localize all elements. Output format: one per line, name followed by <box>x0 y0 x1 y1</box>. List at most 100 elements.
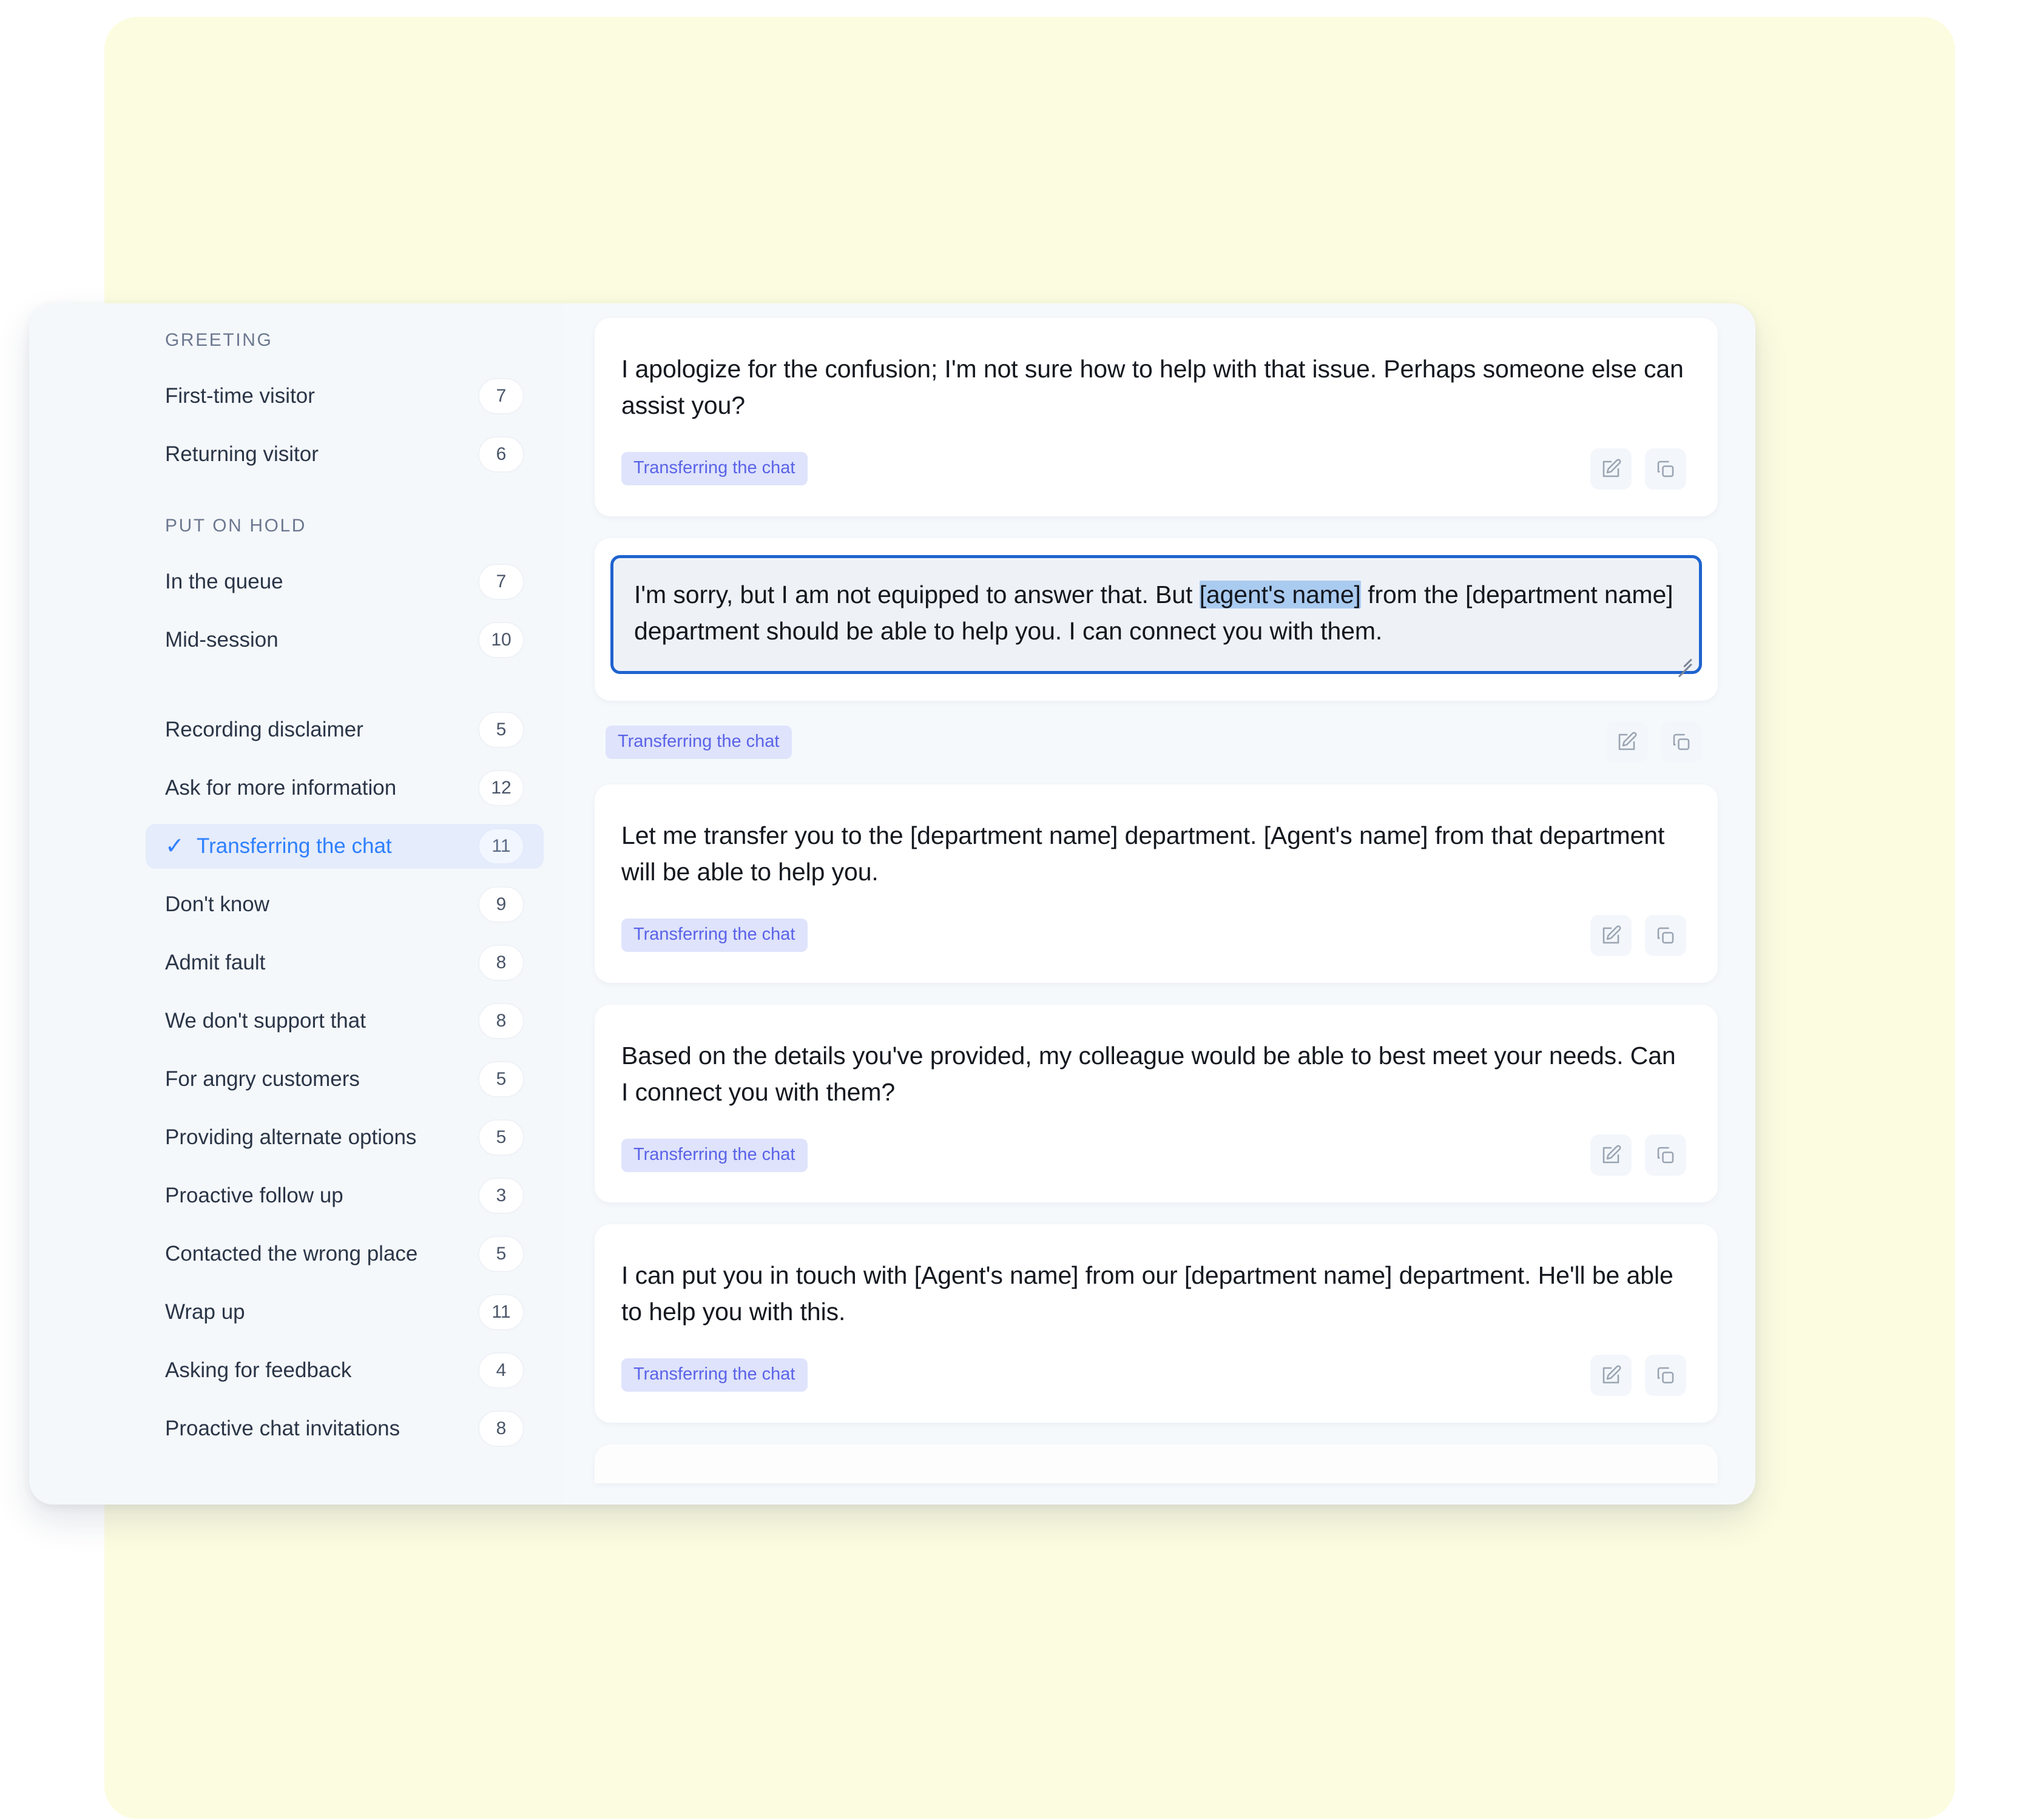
sidebar-item-label: Ask for more information <box>165 776 397 800</box>
response-actions <box>1590 914 1686 956</box>
edit-pencil-icon <box>1600 458 1622 480</box>
edit-button[interactable] <box>1590 1354 1632 1396</box>
sidebar-item-label: In the queue <box>165 570 283 593</box>
sidebar-item-label: Contacted the wrong place <box>165 1242 418 1266</box>
response-card-footer: Transferring the chat <box>621 448 1686 490</box>
sidebar-item-proactive-follow-up[interactable]: ✓ Proactive follow up 3 <box>146 1173 544 1218</box>
sidebar-item-proactive-chat-invitations[interactable]: ✓ Proactive chat invitations 8 <box>146 1406 544 1451</box>
copy-icon <box>1655 1364 1677 1386</box>
sidebar-item-for-angry-customers[interactable]: ✓ For angry customers 5 <box>146 1057 544 1102</box>
response-actions <box>1590 1354 1686 1396</box>
response-textarea-content: I'm sorry, but I am not equipped to answ… <box>634 576 1677 650</box>
edit-pencil-icon <box>1600 1144 1622 1166</box>
edit-button[interactable] <box>1590 914 1632 956</box>
sidebar-item-providing-alternate-options[interactable]: ✓ Providing alternate options 5 <box>146 1115 544 1160</box>
sidebar-item-recording-disclaimer[interactable]: ✓ Recording disclaimer 5 <box>146 707 544 752</box>
sidebar-item-label: Asking for feedback <box>165 1358 352 1382</box>
sidebar-item-label: Admit fault <box>165 951 266 974</box>
copy-button[interactable] <box>1645 1354 1686 1396</box>
response-text: I can put you in touch with [Agent's nam… <box>621 1261 1673 1326</box>
response-card[interactable]: Based on the details you've provided, my… <box>595 1004 1718 1203</box>
sidebar-item-label: Providing alternate options <box>165 1125 417 1149</box>
sidebar-item-count: 11 <box>478 828 524 864</box>
sidebar-item-count: 9 <box>478 886 524 923</box>
response-text-before: I'm sorry, but I am not equipped to answ… <box>634 580 1200 608</box>
sidebar-item-label: First-time visitor <box>165 384 315 408</box>
resize-grip-handle[interactable] <box>1672 645 1693 678</box>
response-card-partial[interactable] <box>595 1444 1718 1483</box>
sidebar-item-mid-session[interactable]: ✓ Mid-session 10 <box>146 618 544 662</box>
copy-icon <box>1670 731 1692 753</box>
copy-button[interactable] <box>1661 721 1702 763</box>
check-icon: ✓ <box>165 834 184 859</box>
category-tag[interactable]: Transferring the chat <box>621 1358 808 1392</box>
sidebar-item-count: 8 <box>478 1003 524 1039</box>
response-card-editing-shell: I'm sorry, but I am not equipped to answ… <box>595 538 1718 701</box>
sidebar-item-count: 5 <box>478 1236 524 1272</box>
response-actions <box>1606 721 1702 763</box>
sidebar-item-count: 7 <box>478 564 524 600</box>
sidebar-item-count: 5 <box>478 1061 524 1097</box>
copy-icon <box>1655 1144 1677 1166</box>
response-card[interactable]: I apologize for the confusion; I'm not s… <box>595 318 1718 516</box>
sidebar-item-count: 8 <box>478 945 524 981</box>
sidebar-item-contacted-the-wrong-place[interactable]: ✓ Contacted the wrong place 5 <box>146 1232 544 1276</box>
edit-button[interactable] <box>1606 721 1647 763</box>
sidebar-item-transferring-the-chat[interactable]: ✓ Transferring the chat 11 <box>146 824 544 869</box>
response-card-footer: Transferring the chat <box>595 721 1718 763</box>
copy-icon <box>1655 925 1677 946</box>
response-card-editing[interactable]: I'm sorry, but I am not equipped to answ… <box>595 538 1718 763</box>
sidebar-group-title-greeting: GREETING <box>165 330 273 350</box>
sidebar-item-count: 3 <box>478 1178 524 1214</box>
sidebar-item-label: Proactive chat invitations <box>165 1417 400 1440</box>
screenshot-stage: GREETING ✓ First-time visitor 7 ✓ Return… <box>0 0 2026 1820</box>
sidebar-item-count: 5 <box>478 1119 524 1156</box>
sidebar-item-count: 8 <box>478 1410 524 1447</box>
copy-button[interactable] <box>1645 914 1686 956</box>
category-tag[interactable]: Transferring the chat <box>621 1138 808 1172</box>
sidebar-item-ask-for-more-information[interactable]: ✓ Ask for more information 12 <box>146 766 544 811</box>
response-text: Based on the details you've provided, my… <box>621 1041 1676 1106</box>
copy-button[interactable] <box>1645 1134 1686 1176</box>
sidebar-item-dont-know[interactable]: ✓ Don't know 9 <box>146 882 544 927</box>
response-card-footer: Transferring the chat <box>621 914 1686 956</box>
sidebar-item-returning-visitor[interactable]: ✓ Returning visitor 6 <box>146 432 544 477</box>
sidebar-item-label: Recording disclaimer <box>165 718 363 741</box>
sidebar-item-first-time-visitor[interactable]: ✓ First-time visitor 7 <box>146 374 544 419</box>
category-tag[interactable]: Transferring the chat <box>621 918 808 952</box>
edit-button[interactable] <box>1590 448 1632 490</box>
sidebar-group-title-put-on-hold: PUT ON HOLD <box>165 516 307 536</box>
edit-button[interactable] <box>1590 1134 1632 1176</box>
category-tag[interactable]: Transferring the chat <box>621 452 808 486</box>
sidebar-item-wrap-up[interactable]: ✓ Wrap up 11 <box>146 1290 544 1335</box>
response-text: I apologize for the confusion; I'm not s… <box>621 355 1684 420</box>
edit-pencil-icon <box>1616 731 1638 753</box>
sidebar-item-count: 4 <box>478 1352 524 1389</box>
copy-icon <box>1655 458 1677 480</box>
sidebar-item-label: Mid-session <box>165 628 279 652</box>
sidebar-item-admit-fault[interactable]: ✓ Admit fault 8 <box>146 940 544 985</box>
sidebar-item-count: 10 <box>478 622 524 658</box>
edit-pencil-icon <box>1600 925 1622 946</box>
sidebar-item-in-the-queue[interactable]: ✓ In the queue 7 <box>146 559 544 604</box>
sidebar-item-label: Proactive follow up <box>165 1184 343 1207</box>
response-card[interactable]: Let me transfer you to the [department n… <box>595 784 1718 983</box>
sidebar-item-we-dont-support-that[interactable]: ✓ We don't support that 8 <box>146 999 544 1043</box>
sidebar-item-count: 6 <box>478 436 524 473</box>
selected-placeholder-text: [agent's name] <box>1199 580 1361 608</box>
responses-list: I apologize for the confusion; I'm not s… <box>563 303 1755 1505</box>
sidebar-item-asking-for-feedback[interactable]: ✓ Asking for feedback 4 <box>146 1348 544 1393</box>
copy-button[interactable] <box>1645 448 1686 490</box>
response-card[interactable]: I can put you in touch with [Agent's nam… <box>595 1224 1718 1423</box>
categories-sidebar: GREETING ✓ First-time visitor 7 ✓ Return… <box>29 303 563 1505</box>
sidebar-item-count: 11 <box>478 1294 524 1330</box>
sidebar-item-count: 7 <box>478 378 524 414</box>
sidebar-item-label: Wrap up <box>165 1300 245 1324</box>
sidebar-item-count: 5 <box>478 712 524 748</box>
sidebar-item-label: Transferring the chat <box>197 834 392 858</box>
response-textarea[interactable]: I'm sorry, but I am not equipped to answ… <box>610 554 1702 678</box>
sidebar-item-label: Returning visitor <box>165 442 319 466</box>
canned-responses-window: GREETING ✓ First-time visitor 7 ✓ Return… <box>29 303 1755 1505</box>
category-tag[interactable]: Transferring the chat <box>606 725 792 759</box>
